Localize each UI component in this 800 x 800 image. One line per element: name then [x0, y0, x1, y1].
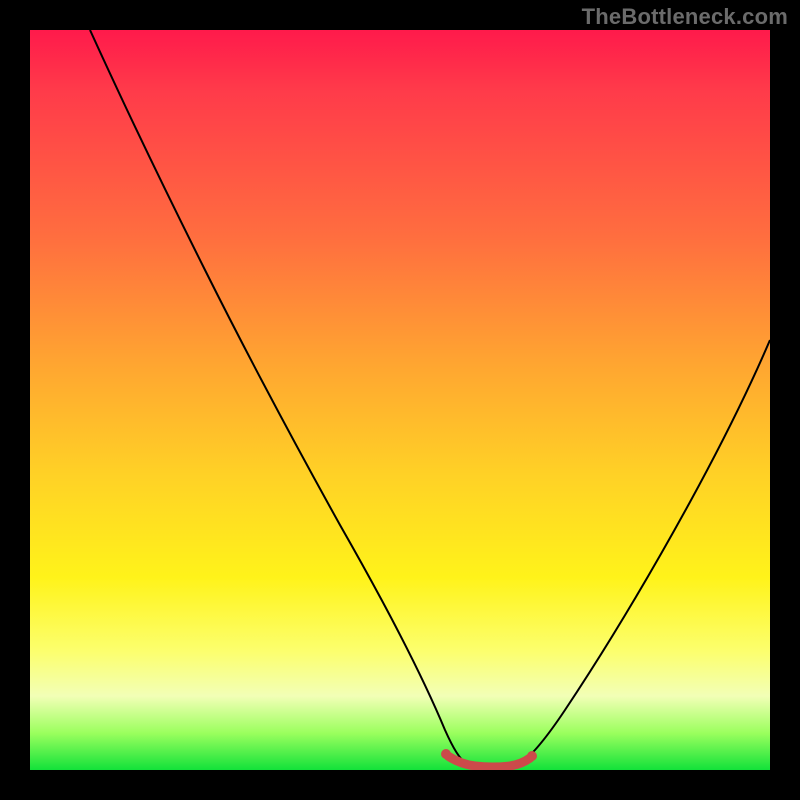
optimal-range-end-dot: [527, 751, 537, 761]
chart-frame: TheBottleneck.com: [0, 0, 800, 800]
optimal-range-start-dot: [441, 749, 451, 759]
curve-right-arm: [518, 340, 770, 765]
watermark-text: TheBottleneck.com: [582, 4, 788, 30]
plot-area: [30, 30, 770, 770]
bottleneck-curve: [30, 30, 770, 770]
optimal-range-marker: [448, 756, 530, 767]
curve-left-arm: [90, 30, 468, 765]
